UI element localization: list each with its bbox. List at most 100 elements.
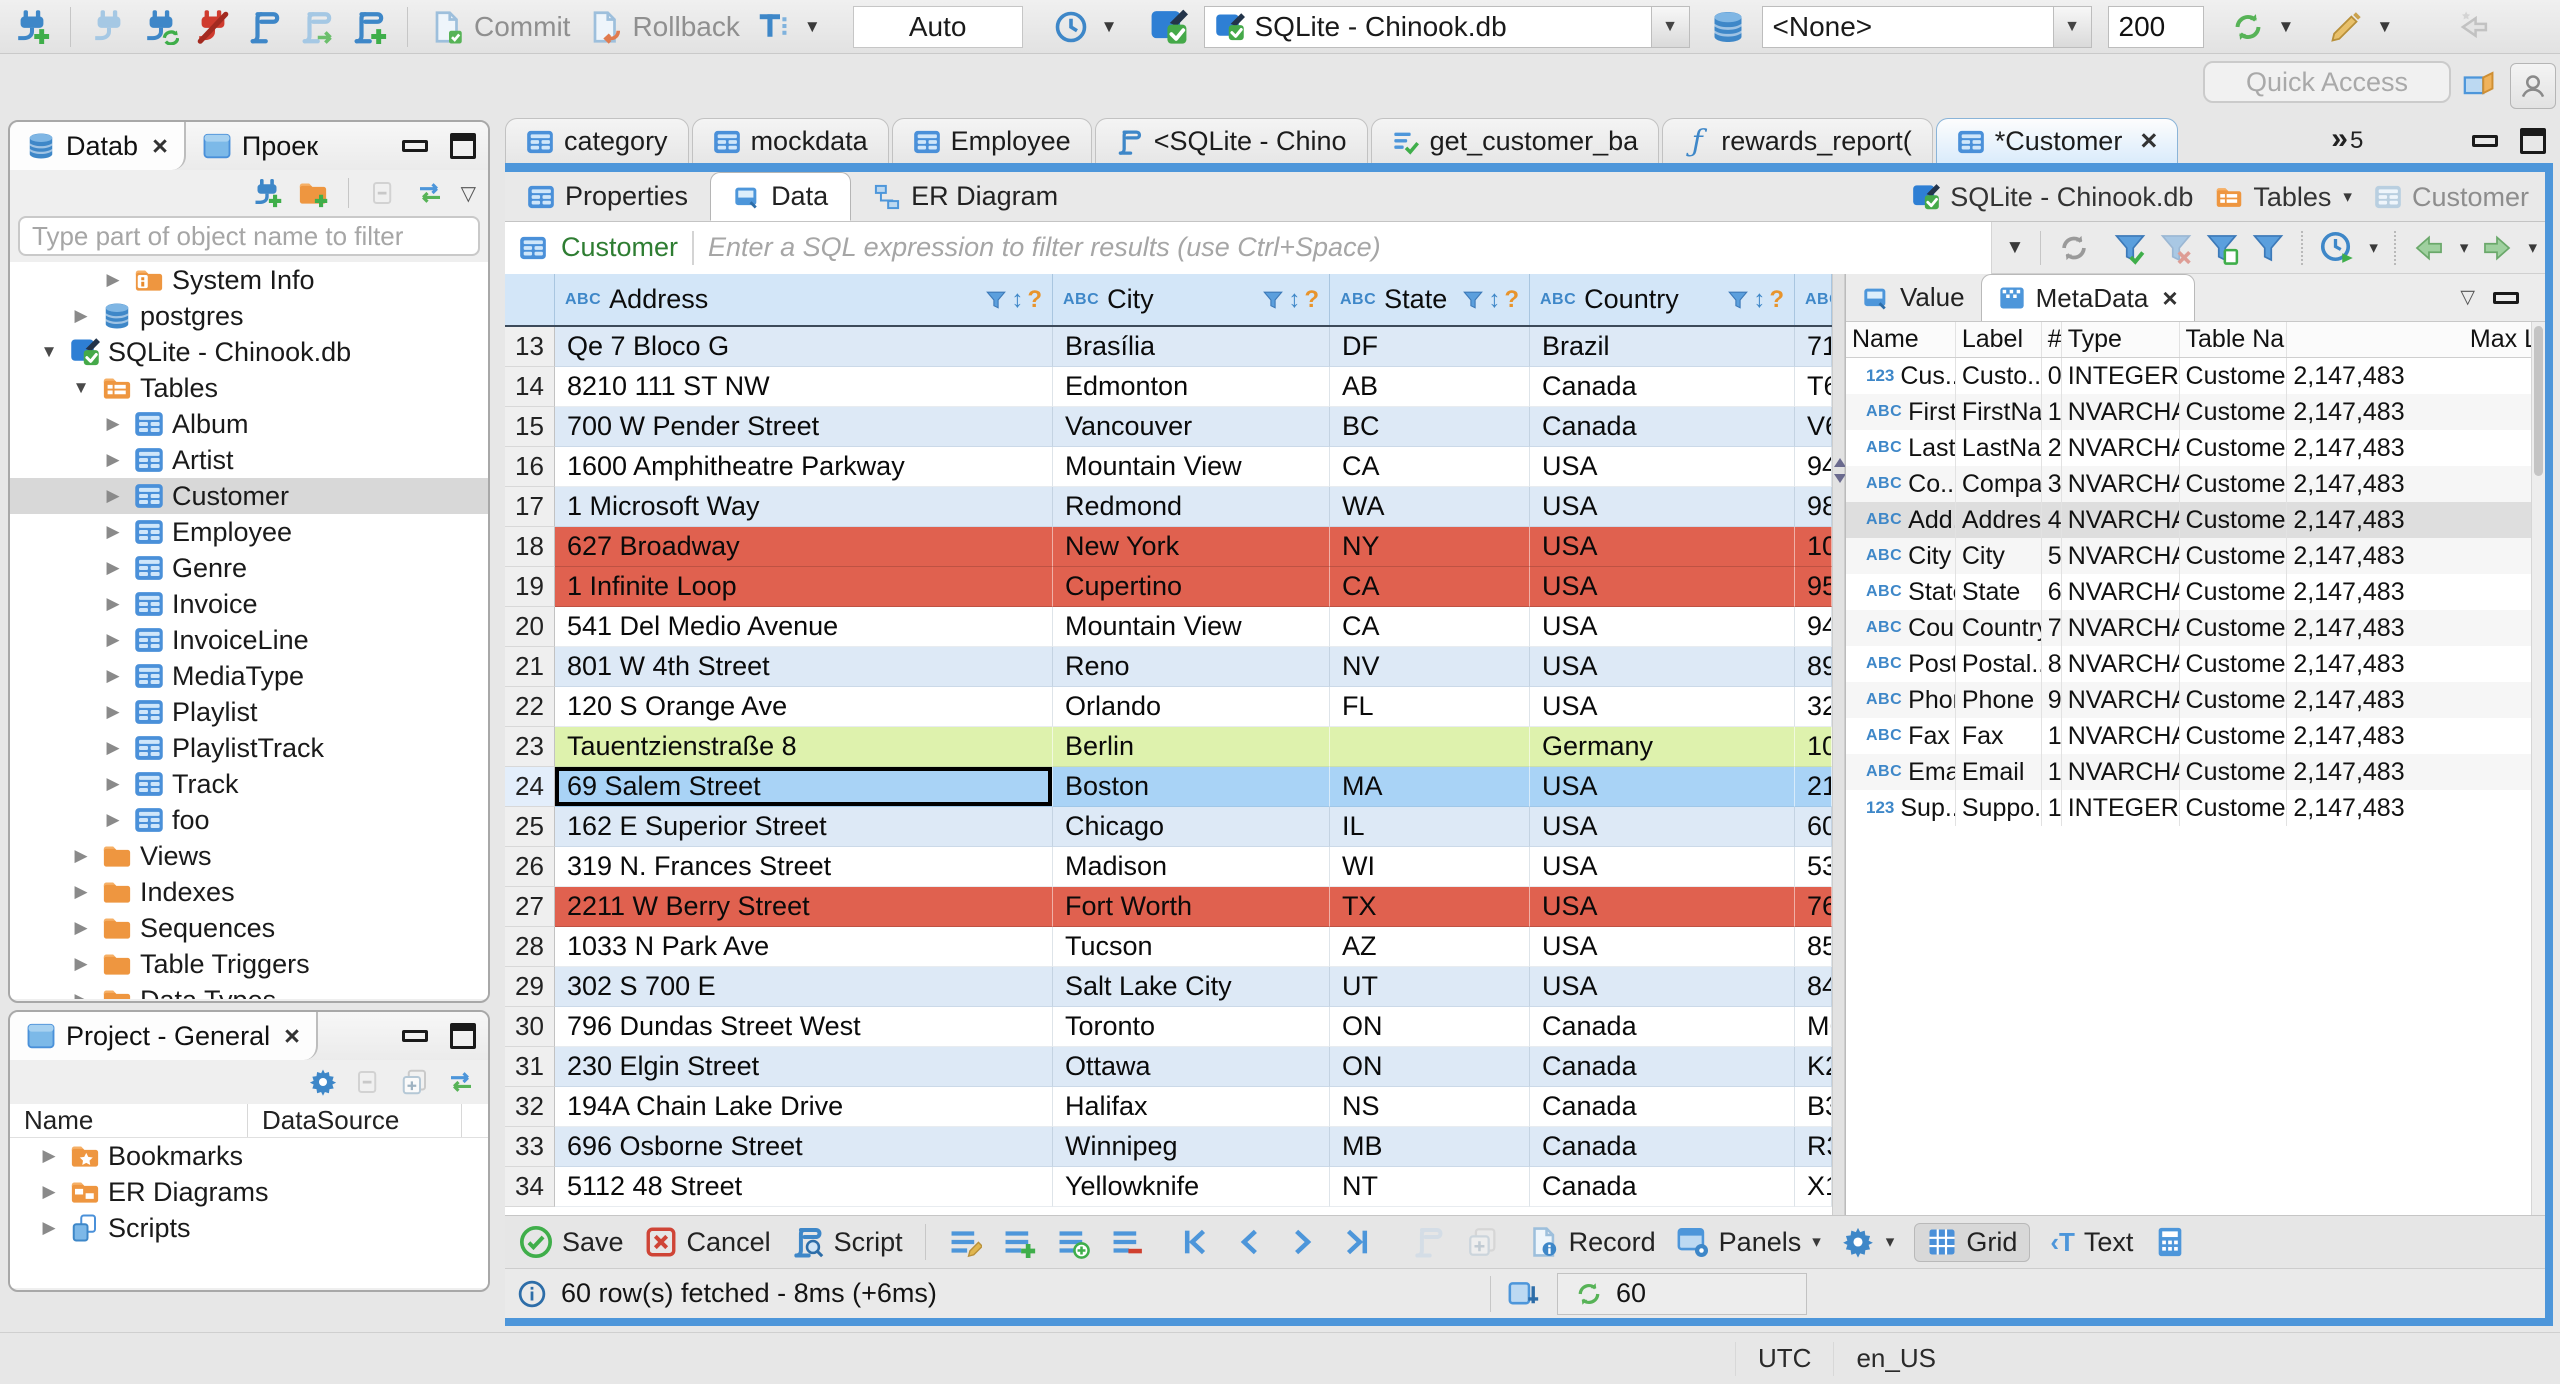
grid-cell[interactable]: Qe 7 Bloco G — [555, 327, 1053, 367]
metadata-cell[interactable]: FirstNa... — [1956, 394, 2042, 430]
metadata-name-cell[interactable]: ABC Phone — [1846, 682, 1956, 718]
chevron-collapsed-icon[interactable]: ▶ — [100, 738, 126, 758]
metadata-name-cell[interactable]: ABC First... — [1846, 394, 1956, 430]
chevron-collapsed-icon[interactable]: ▶ — [100, 270, 126, 290]
pin-result-icon[interactable] — [1507, 1277, 1541, 1311]
tree-item-tables[interactable]: ▼ Tables — [10, 370, 488, 406]
metadata-cell[interactable]: INTEGER — [2062, 358, 2180, 394]
chevron-collapsed-icon[interactable]: ▶ — [100, 702, 126, 722]
chevron-collapsed-icon[interactable]: ▶ — [100, 486, 126, 506]
metadata-cell[interactable]: Customer — [2180, 538, 2288, 574]
disconnect-icon[interactable] — [195, 9, 231, 45]
metadata-cell[interactable]: Country — [1956, 610, 2042, 646]
grid-cell[interactable]: 84 — [1795, 967, 1832, 1007]
chevron-collapsed-icon[interactable]: ▶ — [100, 774, 126, 794]
column-header-country[interactable]: ABC Country ↕? — [1530, 274, 1795, 325]
grid-cell[interactable]: 69 Salem Street — [555, 767, 1053, 807]
tree-item-mediatype[interactable]: ▶ MediaType — [10, 658, 488, 694]
grid-cell[interactable]: CA — [1330, 567, 1530, 607]
grid-cell[interactable]: Mountain View — [1053, 607, 1330, 647]
new-folder-icon[interactable] — [298, 178, 328, 208]
metadata-cell[interactable]: City — [1956, 538, 2042, 574]
editor-tab-customer[interactable]: *Customer × — [1935, 118, 2179, 164]
grid-cell[interactable]: New York — [1053, 527, 1330, 567]
metadata-cell[interactable]: 6 — [2042, 574, 2062, 610]
chevron-collapsed-icon[interactable]: ▶ — [36, 1218, 62, 1238]
chevron-collapsed-icon[interactable]: ▶ — [68, 954, 94, 974]
last-row-icon[interactable] — [1340, 1225, 1374, 1259]
connection-dropdown-button[interactable]: ▼ — [1650, 6, 1689, 47]
filter-apply-icon[interactable] — [2113, 231, 2147, 265]
tree-item-sequences[interactable]: ▶ Sequences — [10, 910, 488, 946]
edit-row-icon[interactable] — [948, 1225, 982, 1259]
metadata-cell[interactable]: 2,147,483 — [2287, 610, 2545, 646]
breadcrumb-table[interactable]: Customer — [2412, 182, 2529, 213]
sort-icon[interactable]: ↕ — [1488, 286, 1500, 314]
fetch-back-icon[interactable] — [2412, 231, 2446, 265]
save-button[interactable]: Save — [519, 1225, 624, 1259]
new-connection-icon[interactable] — [14, 9, 50, 45]
auto-sync-button[interactable]: ▼ — [2230, 9, 2294, 45]
fetch-forward-icon[interactable] — [2480, 231, 2514, 265]
grid-cell[interactable]: 319 N. Frances Street — [555, 847, 1053, 887]
chevron-collapsed-icon[interactable]: ▶ — [68, 990, 94, 999]
grid-cell[interactable]: USA — [1530, 967, 1795, 1007]
close-icon[interactable]: × — [2140, 127, 2157, 156]
grid-cell[interactable]: USA — [1530, 647, 1795, 687]
filter-remove-icon[interactable] — [2159, 231, 2193, 265]
grid-cell[interactable]: NV — [1330, 647, 1530, 687]
grid-cell[interactable]: WA — [1330, 487, 1530, 527]
grid-cell[interactable]: BC — [1330, 407, 1530, 447]
fetch-size-input[interactable] — [2107, 5, 2204, 48]
row-number[interactable]: 30 — [505, 1007, 555, 1047]
metadata-cell[interactable]: 2,147,483 — [2287, 502, 2545, 538]
column-header-item[interactable]: ABC — [1795, 274, 1832, 325]
grid-cell[interactable]: Canada — [1530, 1047, 1795, 1087]
row-number[interactable]: 34 — [505, 1167, 555, 1207]
panels-button[interactable]: Panels ▾ — [1676, 1225, 1821, 1259]
minimize-icon[interactable] — [402, 140, 428, 152]
settings-button[interactable]: ▾ — [1841, 1225, 1894, 1259]
tab-projects[interactable]: Проек — [186, 122, 334, 170]
project-item-bookmarks[interactable]: ▶ Bookmarks — [10, 1138, 488, 1174]
grid-cell[interactable]: Ottawa — [1053, 1047, 1330, 1087]
metadata-row-address[interactable]: ABC Add...Address4NVARCHARCustomer2,147,4… — [1846, 502, 2545, 538]
grid-cell[interactable]: Canada — [1530, 1007, 1795, 1047]
next-row-icon[interactable] — [1286, 1225, 1320, 1259]
grid-cell[interactable]: Orlando — [1053, 687, 1330, 727]
row-number[interactable]: 33 — [505, 1127, 555, 1167]
chevron-down-icon[interactable]: ▾ — [2460, 238, 2469, 258]
metadata-cell[interactable]: Phone — [1956, 682, 2042, 718]
metadata-cell[interactable]: Compa... — [1956, 466, 2042, 502]
row-number[interactable]: 29 — [505, 967, 555, 1007]
metadata-cell[interactable]: 5 — [2042, 538, 2062, 574]
row-number[interactable]: 19 — [505, 567, 555, 607]
grid-cell[interactable]: USA — [1530, 847, 1795, 887]
tree-item-indexes[interactable]: ▶ Indexes — [10, 874, 488, 910]
metadata-cell[interactable]: 12 — [2042, 790, 2062, 826]
chevron-collapsed-icon[interactable]: ▶ — [100, 450, 126, 470]
grid-cell[interactable]: 302 S 700 E — [555, 967, 1053, 1007]
text-view-button[interactable]: ‹T Text — [2050, 1227, 2133, 1258]
editor-tab-employee[interactable]: Employee — [891, 118, 1092, 164]
metadata-row-suppo[interactable]: 123 Sup...Suppo...12INTEGERCustomer2,147,… — [1846, 790, 2545, 826]
tree-item-sqlite-chinook-db[interactable]: ▼ SQLite - Chinook.db — [10, 334, 488, 370]
tab-overflow-indicator[interactable]: » 5 — [2331, 122, 2363, 156]
grid-cell[interactable]: ON — [1330, 1047, 1530, 1087]
tab-data[interactable]: Data — [710, 172, 852, 221]
metadata-cell[interactable]: Customer — [2180, 466, 2288, 502]
chevron-collapsed-icon[interactable]: ▶ — [100, 558, 126, 578]
link-with-editor-icon[interactable] — [415, 178, 445, 208]
grid-cell[interactable]: CA — [1330, 607, 1530, 647]
grid-cell[interactable]: 541 Del Medio Avenue — [555, 607, 1053, 647]
grid-corner[interactable] — [505, 274, 555, 325]
row-number[interactable]: 20 — [505, 607, 555, 647]
grid-cell[interactable]: X1 — [1795, 1167, 1832, 1207]
chevron-collapsed-icon[interactable]: ▶ — [100, 594, 126, 614]
grid-cell[interactable]: 8210 111 ST NW — [555, 367, 1053, 407]
metadata-cell[interactable]: Address — [1956, 502, 2042, 538]
maximize-icon[interactable] — [2520, 128, 2546, 154]
back-icon[interactable] — [2455, 8, 2493, 46]
metadata-cell[interactable]: Customer — [2180, 718, 2288, 754]
tree-item-album[interactable]: ▶ Album — [10, 406, 488, 442]
